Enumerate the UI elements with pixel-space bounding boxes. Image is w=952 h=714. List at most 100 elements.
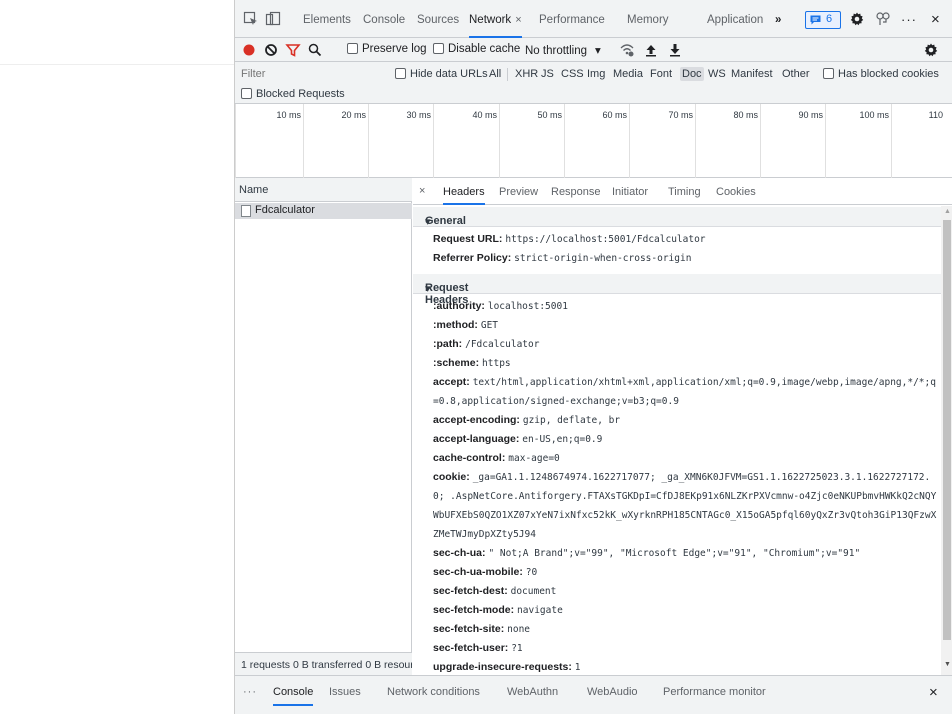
filter-input[interactable] [239,65,389,83]
drawer-tab-network-conditions[interactable]: Network conditions [387,686,480,698]
timeline-tick-label: 50 ms [537,110,562,120]
export-har-icon[interactable] [667,42,683,58]
filter-type-font[interactable]: Font [650,68,672,80]
tab-memory[interactable]: Memory [627,0,669,38]
filter-type-js[interactable]: JS [541,68,554,80]
tab-elements[interactable]: Elements [303,0,351,38]
timeline-gridline [235,104,236,178]
column-header-name[interactable]: Name [235,178,412,202]
tab-performance[interactable]: Performance [539,0,605,38]
remote-devices-icon[interactable] [875,11,891,27]
network-toolbar: Preserve log Disable cache No throttling… [235,38,952,62]
network-conditions-icon[interactable] [619,42,635,58]
chevron-down-icon: ▾ [595,45,601,57]
scrollbar-thumb[interactable] [943,220,951,640]
search-icon[interactable] [307,42,323,58]
filter-type-all[interactable]: All [489,68,501,80]
blocked-requests-checkbox[interactable]: Blocked Requests [241,88,345,100]
checkbox-box [823,68,834,79]
filter-type-other[interactable]: Other [782,68,810,80]
header-key: sec-fetch-site: [433,623,505,635]
section-title: General [425,215,466,227]
close-detail-icon[interactable]: × [419,185,425,197]
header-row: accept-language: en-US,en;q=0.9 [433,430,939,449]
detail-tab-bar: × Headers Preview Response Initiator Tim… [413,178,952,205]
filter-icon[interactable] [285,42,301,58]
issues-count: 6 [826,13,833,25]
has-blocked-cookies-checkbox[interactable]: Has blocked cookies [823,68,939,80]
drawer-tab-webaudio[interactable]: WebAudio [587,686,638,698]
header-row: :path: /Fdcalculator [433,335,939,354]
filter-type-xhr[interactable]: XHR [515,68,538,80]
filter-type-img[interactable]: Img [587,68,605,80]
hide-data-urls-checkbox[interactable]: Hide data URLs [395,68,488,80]
timeline-tick-label: 90 ms [798,110,823,120]
throttling-select[interactable]: No throttling ▾ [525,43,601,57]
timeline-tick-label: 70 ms [668,110,693,120]
settings-icon[interactable] [849,11,865,27]
tab-initiator[interactable]: Initiator [612,186,648,198]
preserve-log-checkbox[interactable]: Preserve log [347,43,427,55]
drawer-tab-webauthn[interactable]: WebAuthn [507,686,558,698]
tab-application[interactable]: Application [707,0,763,38]
scroll-down-icon[interactable]: ▼ [944,661,951,668]
header-row: accept: text/html,application/xhtml+xml,… [433,373,939,411]
timeline-gridline [303,104,304,178]
device-toolbar-icon[interactable] [265,11,281,27]
disable-cache-checkbox[interactable]: Disable cache [433,43,520,55]
inspect-element-icon[interactable] [243,11,259,27]
close-devtools-button[interactable]: × [931,0,940,38]
request-detail-pane: × Headers Preview Response Initiator Tim… [413,178,952,675]
filter-bar: Hide data URLs All XHR JS CSS Img Media … [235,62,952,86]
filter-type-manifest[interactable]: Manifest [731,68,773,80]
timeline-gridline [760,104,761,178]
checkbox-box [241,88,252,99]
tab-timing[interactable]: Timing [668,186,701,198]
filter-type-ws[interactable]: WS [708,68,726,80]
header-key: Referrer Policy: [433,252,512,264]
tab-headers[interactable]: Headers [443,186,485,205]
vertical-scrollbar[interactable]: ▲ ▼ [941,206,952,675]
devtools-tab-bar: Elements Console Sources Network × Perfor… [235,0,952,38]
checkbox-box [433,43,444,54]
drawer-more-button[interactable]: ··· [243,686,257,698]
general-section-header[interactable]: ▾ General [413,207,941,228]
tab-network[interactable]: Network × [469,0,522,38]
header-key: :method: [433,319,478,331]
scroll-up-icon[interactable]: ▲ [944,208,951,215]
close-drawer-button[interactable]: × [929,684,938,701]
drawer-tab-bar: ··· Console Issues Network conditions We… [235,675,952,714]
network-settings-icon[interactable] [923,42,939,58]
timeline-gridline [891,104,892,178]
drawer-tab-issues[interactable]: Issues [329,686,361,698]
header-row: upgrade-insecure-requests: 1 [433,658,939,675]
timeline-gridline [825,104,826,178]
import-har-icon[interactable] [643,42,659,58]
filter-type-css[interactable]: CSS [561,68,584,80]
header-key: sec-fetch-user: [433,642,509,654]
header-key: :scheme: [433,357,480,369]
tab-console[interactable]: Console [363,0,405,38]
drawer-tab-performance-monitor[interactable]: Performance monitor [663,686,766,698]
tab-preview[interactable]: Preview [499,186,538,198]
filter-type-media[interactable]: Media [613,68,643,80]
request-row[interactable]: Fdcalculator [235,203,412,219]
close-tab-icon[interactable]: × [515,14,521,26]
timeline-tick-label: 110 [928,110,943,120]
tab-sources[interactable]: Sources [417,0,459,38]
header-key: accept-language: [433,433,520,445]
tab-response[interactable]: Response [551,186,601,198]
header-value: document [510,586,557,597]
more-tabs-button[interactable]: » [775,0,781,38]
issues-badge[interactable]: 6 [805,11,841,29]
more-options-button[interactable]: ··· [901,0,917,38]
network-overview-timeline[interactable]: 10 ms 20 ms 30 ms 40 ms 50 ms 60 ms 70 m… [235,104,952,178]
header-value: https://localhost:5001/Fdcalculator [505,234,706,245]
tab-cookies[interactable]: Cookies [716,186,756,198]
record-icon[interactable] [241,42,257,58]
blocked-requests-row: Blocked Requests [235,86,952,104]
filter-type-doc[interactable]: Doc [680,67,704,81]
clear-icon[interactable] [263,42,279,58]
request-headers-section-header[interactable]: ▾ Request Headers [413,274,941,306]
drawer-tab-console[interactable]: Console [273,686,314,706]
